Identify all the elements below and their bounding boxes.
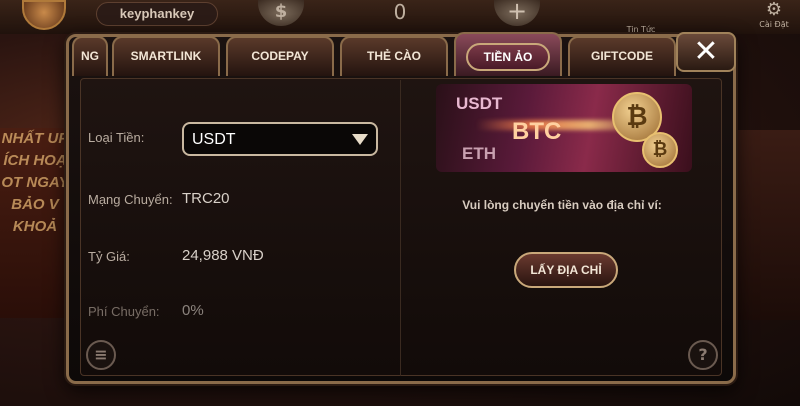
- tab-tien-ao[interactable]: TIỀN ẢO: [454, 32, 562, 76]
- banner-eth-text: ETH: [462, 144, 496, 163]
- bitcoin-coin-small-icon: ₿: [642, 132, 678, 168]
- history-icon[interactable]: ≡: [86, 340, 116, 370]
- currency-select[interactable]: USDT: [182, 122, 378, 156]
- gear-icon: ⚙: [765, 0, 783, 20]
- tab-codepay[interactable]: CODEPAY: [226, 36, 334, 76]
- help-icon[interactable]: ?: [688, 340, 718, 370]
- screen: keyphankey $ 0 + Tin Tức ⚙ Cài Đặt NHẤT …: [0, 0, 800, 406]
- username-display: keyphankey: [96, 2, 218, 26]
- promo-banner-text: NHẤT UP ÍCH HOẠ OT NGAY BẢO V KHOẢ: [1, 130, 69, 235]
- tab-partial[interactable]: NG: [72, 36, 108, 76]
- rate-label: Tỷ Giá:: [88, 249, 130, 264]
- tab-the-cao[interactable]: THẺ CÀO: [340, 36, 448, 76]
- banner-btc-text: BTC: [512, 118, 562, 145]
- balance-display: 0: [393, 0, 407, 24]
- side-card[interactable]: [728, 130, 800, 320]
- instruction-text: Vui lòng chuyển tiền vào địa chỉ ví:: [462, 198, 662, 212]
- fee-value: 0%: [182, 302, 204, 319]
- get-address-button[interactable]: LẤY ĐỊA CHỈ: [514, 252, 618, 288]
- rate-value: 24,988 VNĐ: [182, 247, 264, 264]
- currency-select-value: USDT: [192, 131, 236, 148]
- panel-divider: [400, 80, 401, 376]
- tab-bar: NG SMARTLINK CODEPAY THẺ CÀO TIỀN ẢO GIF…: [72, 32, 676, 76]
- chevron-down-icon: [352, 134, 368, 145]
- network-value: TRC20: [182, 190, 230, 207]
- tab-smartlink[interactable]: SMARTLINK: [112, 36, 220, 76]
- banner-usdt-text: USDT: [456, 94, 503, 113]
- settings-label: Cài Đặt: [759, 20, 789, 29]
- currency-label: Loại Tiền:: [88, 130, 145, 145]
- tab-giftcode[interactable]: GIFTCODE: [568, 36, 676, 76]
- close-button[interactable]: ✕: [676, 32, 736, 72]
- tab-tien-ao-label: TIỀN ẢO: [465, 43, 551, 71]
- fee-label: Phí Chuyển:: [88, 304, 160, 319]
- crypto-banner-image: USDT BTC ETH ₿ ₿: [436, 84, 692, 172]
- network-label: Mạng Chuyển:: [88, 192, 173, 207]
- settings-button[interactable]: ⚙ Cài Đặt: [752, 0, 796, 34]
